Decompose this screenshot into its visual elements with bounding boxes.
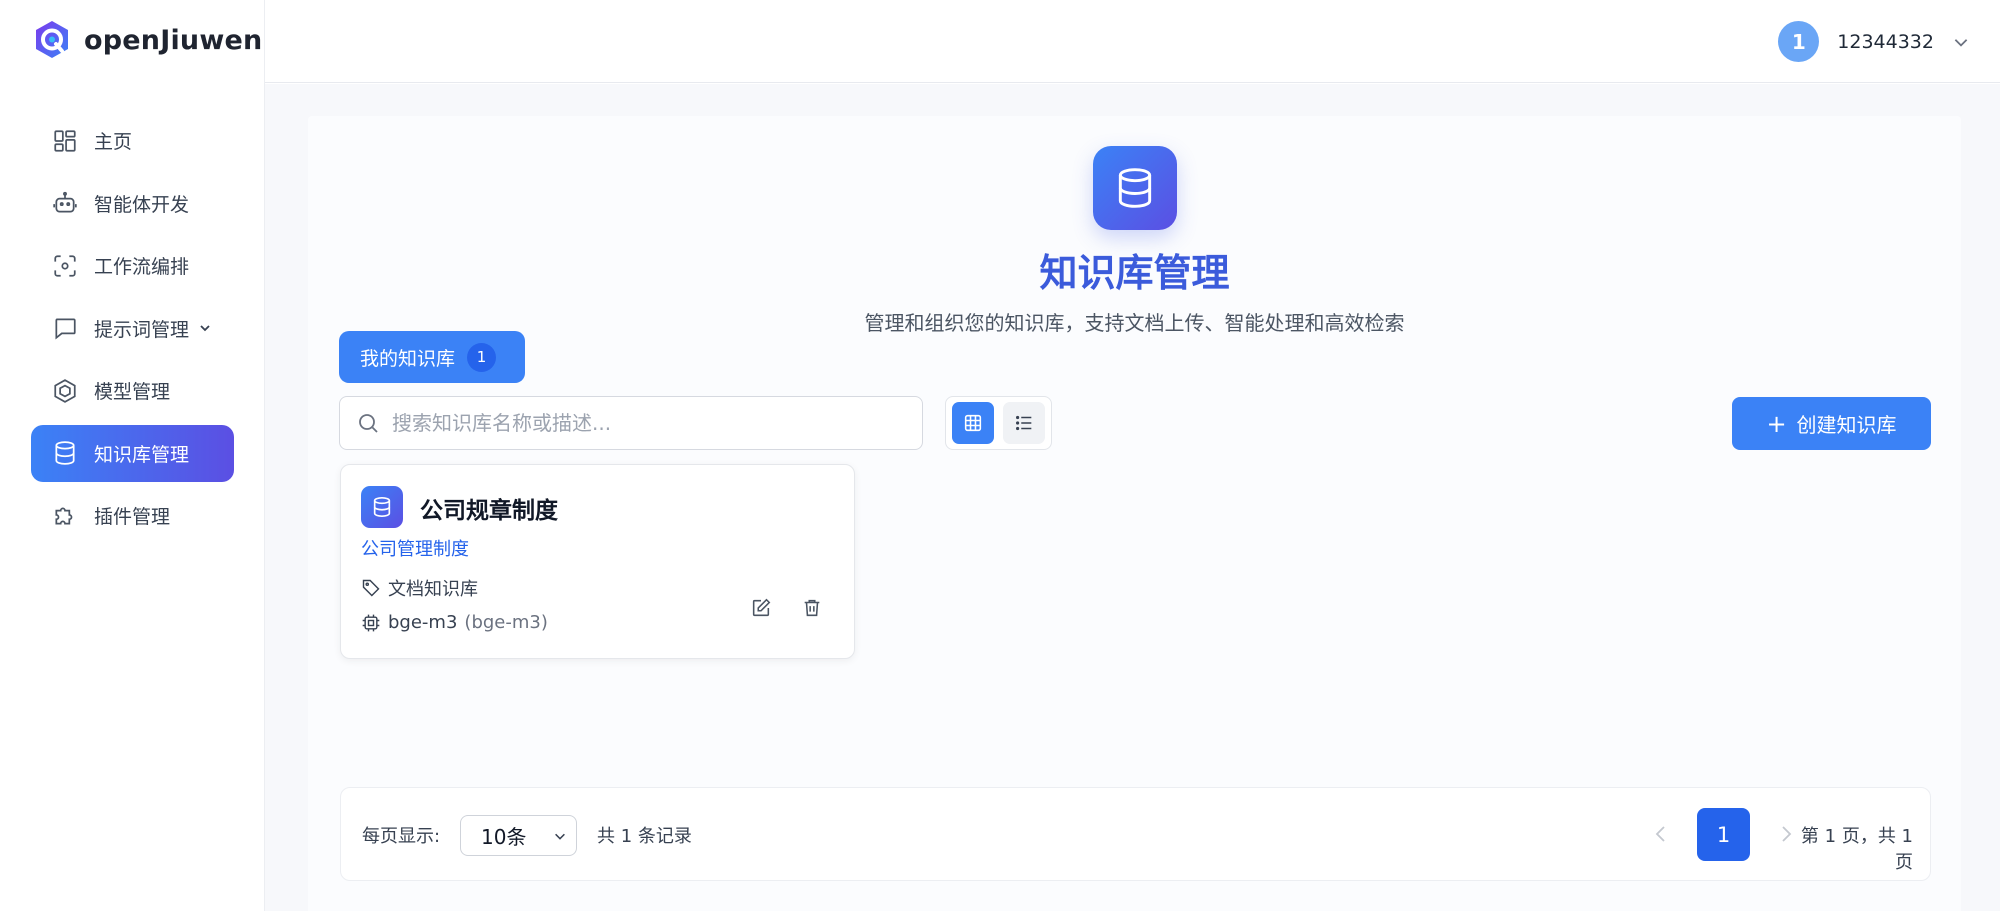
page-size-select[interactable]: 10条 — [460, 815, 577, 856]
create-button-label: 创建知识库 — [1796, 413, 1897, 437]
tag-icon — [362, 579, 380, 597]
database-icon — [1118, 168, 1152, 208]
sidebar-item-knowledge-base[interactable]: 知识库管理 — [31, 424, 234, 482]
grid-view-button[interactable] — [952, 402, 994, 444]
page-size-label: 每页显示: — [362, 826, 441, 847]
avatar[interactable]: 1 — [1778, 21, 1820, 62]
topbar: 1 12344332 — [265, 0, 2000, 83]
page-number-button[interactable]: 1 — [1697, 808, 1750, 861]
puzzle-icon — [55, 507, 73, 524]
card-icon-tile — [361, 486, 403, 528]
card-model-id: (bge-m3) — [464, 612, 548, 633]
hero-icon-tile — [1093, 146, 1177, 230]
sidebar-item-label: 插件管理 — [94, 506, 171, 528]
card-model: bge-m3 (bge-m3) — [361, 612, 548, 633]
search-icon — [359, 414, 378, 433]
total-records: 共 1 条记录 — [597, 826, 692, 847]
sidebar: openJiuwen 主页 智能体开发 工作流编排 提示词管理 模型管理 知识库… — [0, 0, 265, 911]
card-description: 公司管理制度 — [361, 539, 469, 560]
chevron-down-icon — [200, 325, 210, 332]
list-icon — [1015, 415, 1032, 431]
model-icon — [54, 378, 76, 403]
create-knowledge-base-button[interactable]: + 创建知识库 — [1732, 397, 1931, 450]
user-menu[interactable]: 1 12344332 — [1778, 21, 1970, 62]
sidebar-item-agent-dev[interactable]: 智能体开发 — [31, 175, 234, 232]
chevron-down-icon[interactable] — [1952, 33, 1970, 51]
plus-icon: + — [1766, 409, 1787, 438]
sidebar-item-label: 模型管理 — [94, 381, 171, 403]
view-toggle — [945, 396, 1052, 450]
edit-icon — [752, 598, 771, 617]
grid-icon — [964, 414, 982, 432]
card-model-name: bge-m3 — [388, 612, 458, 633]
search-input[interactable] — [392, 411, 912, 435]
sidebar-item-label: 智能体开发 — [94, 193, 190, 216]
main-content: 知识库管理 管理和组织您的知识库，支持文档上传、智能处理和高效检索 我的知识库 … — [265, 84, 2000, 911]
sidebar-item-prompts[interactable]: 提示词管理 — [31, 300, 234, 357]
sidebar-nav: 主页 智能体开发 工作流编排 提示词管理 模型管理 知识库管理 插件管理 — [31, 112, 234, 550]
sidebar-item-label: 知识库管理 — [94, 443, 190, 466]
username: 12344332 — [1837, 30, 1934, 53]
sidebar-item-plugins[interactable]: 插件管理 — [31, 487, 234, 544]
app-name: openJiuwen — [84, 24, 263, 56]
chat-icon — [55, 318, 76, 340]
chip-icon — [362, 614, 380, 631]
card-title[interactable]: 公司规章制度 — [420, 491, 558, 525]
card-type-label: 文档知识库 — [388, 579, 478, 600]
sidebar-item-home[interactable]: 主页 — [31, 112, 234, 169]
chevron-left-icon[interactable] — [1649, 821, 1673, 847]
knowledge-base-card[interactable]: 公司规章制度 公司管理制度 文档知识库 bge-m3 (bge-m3) — [340, 464, 855, 659]
sidebar-item-label: 主页 — [94, 131, 133, 153]
tab-count-badge: 1 — [467, 342, 497, 372]
search-box[interactable] — [339, 396, 923, 450]
sidebar-item-label: 提示词管理 — [94, 318, 190, 341]
sidebar-item-models[interactable]: 模型管理 — [31, 362, 234, 419]
sidebar-item-label: 工作流编排 — [94, 256, 190, 278]
app-logo[interactable]: openJiuwen — [30, 18, 262, 62]
list-view-button[interactable] — [1003, 402, 1045, 444]
knowledge-base-panel: 知识库管理 管理和组织您的知识库，支持文档上传、智能处理和高效检索 我的知识库 … — [308, 116, 1961, 911]
workflow-icon — [54, 254, 76, 277]
pagination-bar: 每页显示: 10条 共 1 条记录 1 第 1 页，共 1 页 — [340, 787, 1931, 881]
page-subtitle: 管理和组织您的知识库，支持文档上传、智能处理和高效检索 — [864, 311, 1405, 335]
tab-my-knowledge-bases[interactable]: 我的知识库 1 — [339, 331, 525, 383]
edit-button[interactable] — [746, 593, 776, 623]
page-title: 知识库管理 — [1039, 251, 1230, 295]
tab-label: 我的知识库 — [360, 347, 456, 370]
dashboard-icon — [54, 129, 76, 152]
logo-icon — [36, 21, 68, 58]
database-icon — [373, 497, 391, 517]
chevron-down-icon — [555, 833, 565, 840]
database-icon — [55, 441, 75, 465]
page-size-value: 10条 — [481, 825, 527, 849]
robot-icon — [53, 191, 77, 213]
trash-icon — [804, 599, 820, 617]
page-info: 第 1 页，共 1 页 — [1800, 826, 1913, 873]
delete-button[interactable] — [797, 593, 827, 623]
sidebar-item-workflow[interactable]: 工作流编排 — [31, 237, 234, 294]
card-type: 文档知识库 — [361, 575, 478, 601]
